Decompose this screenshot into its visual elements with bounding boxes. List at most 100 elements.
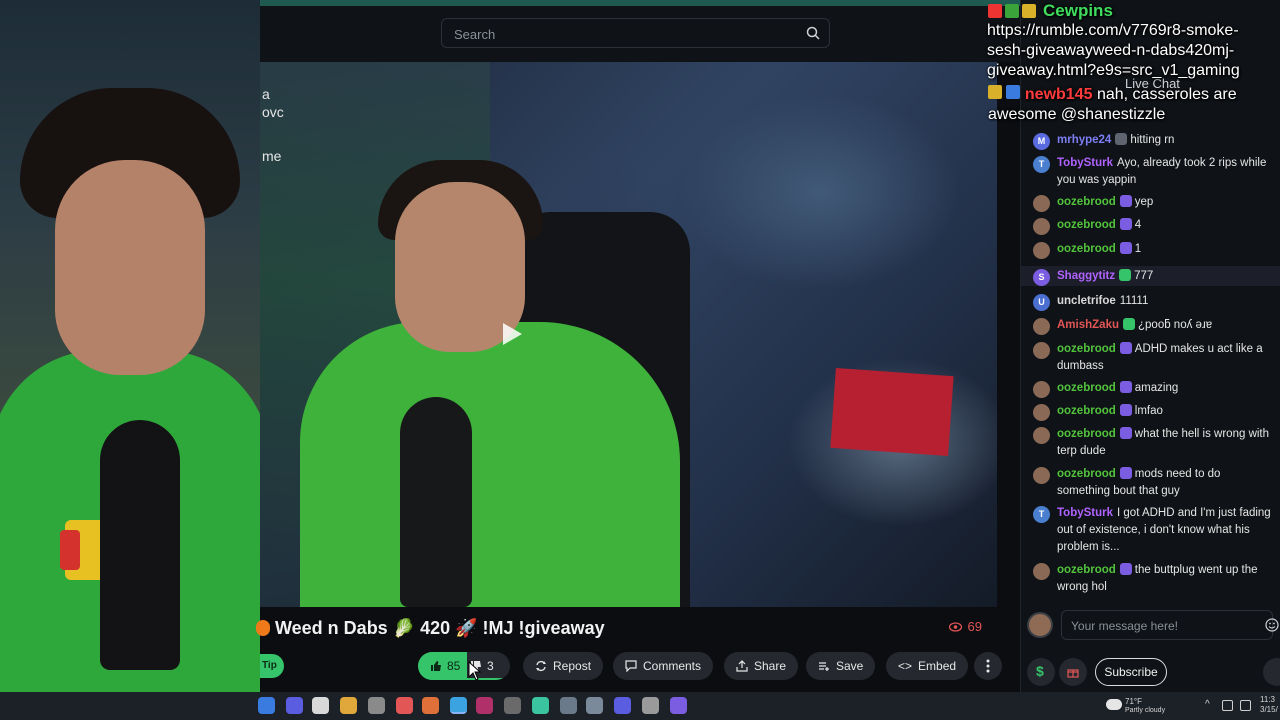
embed-label: Embed [918,659,957,673]
rant-button[interactable]: $ [1027,658,1055,686]
save-button[interactable]: Save [806,652,876,680]
mouse-cursor-icon [468,661,482,681]
embed-button[interactable]: <> Embed [886,652,969,680]
chat-message-input[interactable] [1071,618,1251,634]
taskbar-app-icon[interactable] [642,697,659,714]
tip-button[interactable]: Tip [260,654,284,678]
chat-message: Mmrhype24 hitting rn [1021,132,1280,150]
taskbar-app-icon[interactable] [670,697,687,714]
site-header [260,0,1020,62]
avatar[interactable] [1033,218,1050,235]
chat-username[interactable]: TobySturk [1057,157,1113,169]
alert-username: Cewpins [1043,1,1113,20]
chat-message-text: lmfao [1134,405,1163,417]
avatar[interactable]: T [1033,156,1050,173]
chat-username[interactable]: oozebrood [1057,243,1116,255]
video-scene-flag [830,367,954,457]
send-button[interactable] [1263,658,1280,686]
taskbar-app-icon[interactable] [532,697,549,714]
user-badge-icon [1115,133,1128,145]
taskbar-app-icon[interactable] [450,697,467,714]
chat-username[interactable]: oozebrood [1057,468,1116,480]
video-player[interactable] [260,62,997,607]
taskbar-app-icon[interactable] [396,697,413,714]
taskbar-app-icon[interactable] [258,697,275,714]
webcam-head [55,160,205,375]
chat-username[interactable]: oozebrood [1057,564,1116,576]
taskbar-app-icon[interactable] [560,697,577,714]
more-options-button[interactable] [974,652,1002,680]
volume-icon[interactable] [1240,700,1251,711]
avatar[interactable] [1033,563,1050,580]
search-icon[interactable] [805,25,821,41]
subscribe-button[interactable]: Subscribe [1095,658,1167,686]
taskbar-app-icon[interactable] [614,697,631,714]
share-button[interactable]: Share [724,652,799,680]
chat-message: T TobySturk Ayo, already took 2 rips while… [1021,155,1280,191]
avatar[interactable]: S [1033,269,1050,286]
user-badge-icon [1119,427,1132,439]
gift-button[interactable] [1059,658,1087,686]
action-bar: Tip 85 3 Repost Comments Share Save <> E… [260,652,1010,680]
chat-username[interactable]: Shaggytitz [1057,270,1115,282]
avatar [1027,612,1053,638]
play-icon[interactable] [497,320,525,348]
clock-date: 3/15/ [1260,705,1278,714]
chat-username[interactable]: mrhype24 [1057,134,1111,146]
chat-username[interactable]: oozebrood [1057,196,1116,208]
avatar[interactable] [1033,381,1050,398]
taskbar-app-icon[interactable] [340,697,357,714]
chat-username[interactable]: oozebrood [1057,428,1116,440]
emoji-icon[interactable] [1265,618,1279,632]
avatar[interactable] [1033,318,1050,335]
taskbar-app-icon[interactable] [504,697,521,714]
alert-line-2: newb145 nah, casseroles are awesome @sha… [988,85,1278,125]
user-badge-icon [1119,404,1132,416]
chat-username[interactable]: TobySturk [1057,507,1113,519]
taskbar-app-icon[interactable] [312,697,329,714]
repost-button[interactable]: Repost [523,652,604,680]
user-badge-icon [1119,195,1132,207]
avatar[interactable] [1033,467,1050,484]
search-input[interactable] [454,25,794,43]
chat-message-text: yep [1134,196,1154,208]
avatar[interactable] [1033,404,1050,421]
network-icon[interactable] [1222,700,1233,711]
search-box[interactable] [441,18,830,48]
taskbar-app-icon[interactable] [476,697,493,714]
avatar[interactable]: T [1033,506,1050,523]
avatar[interactable]: M [1033,133,1050,150]
avatar[interactable] [1033,427,1050,444]
chevron-up-icon[interactable]: ^ [1205,699,1210,710]
chat-username[interactable]: oozebrood [1057,343,1116,355]
avatar[interactable]: U [1033,294,1050,311]
weather-widget[interactable]: 71°F Partly cloudy [1104,695,1184,717]
taskbar-app-icon[interactable] [422,697,439,714]
avatar[interactable] [1033,242,1050,259]
windows-taskbar: 71°F Partly cloudy ^ 11:3 3/15/ [0,692,1280,720]
taskbar-app-icon[interactable] [368,697,385,714]
user-badge-icon [1119,218,1132,230]
avatar[interactable] [1033,342,1050,359]
webcam-overlay [0,0,260,692]
avatar[interactable] [1033,195,1050,212]
chat-username[interactable]: AmishZaku [1057,319,1119,331]
video-side-text: me [262,148,282,164]
comments-button[interactable]: Comments [613,652,714,680]
chat-username[interactable]: oozebrood [1057,382,1116,394]
taskbar-app-icon[interactable] [286,697,303,714]
chat-username[interactable]: uncletrifoe [1057,295,1116,307]
gift-icon [1067,669,1079,678]
chat-message-text: 1 [1134,243,1142,255]
chat-username[interactable]: oozebrood [1057,405,1116,417]
chat-input-box[interactable] [1061,610,1273,640]
like-button[interactable]: 85 [418,652,467,680]
like-count: 85 [447,659,461,673]
taskbar-app-icon[interactable] [586,697,603,714]
stream-alert-overlay: Cewpins https://rumble.com/v7769r8-smoke… [986,0,1280,126]
badge-icon [1005,4,1019,18]
alert-line-1: Cewpins [988,1,1113,21]
video-scene-mic [400,397,472,607]
system-clock[interactable]: 11:3 3/15/ [1260,695,1278,715]
chat-username[interactable]: oozebrood [1057,219,1116,231]
